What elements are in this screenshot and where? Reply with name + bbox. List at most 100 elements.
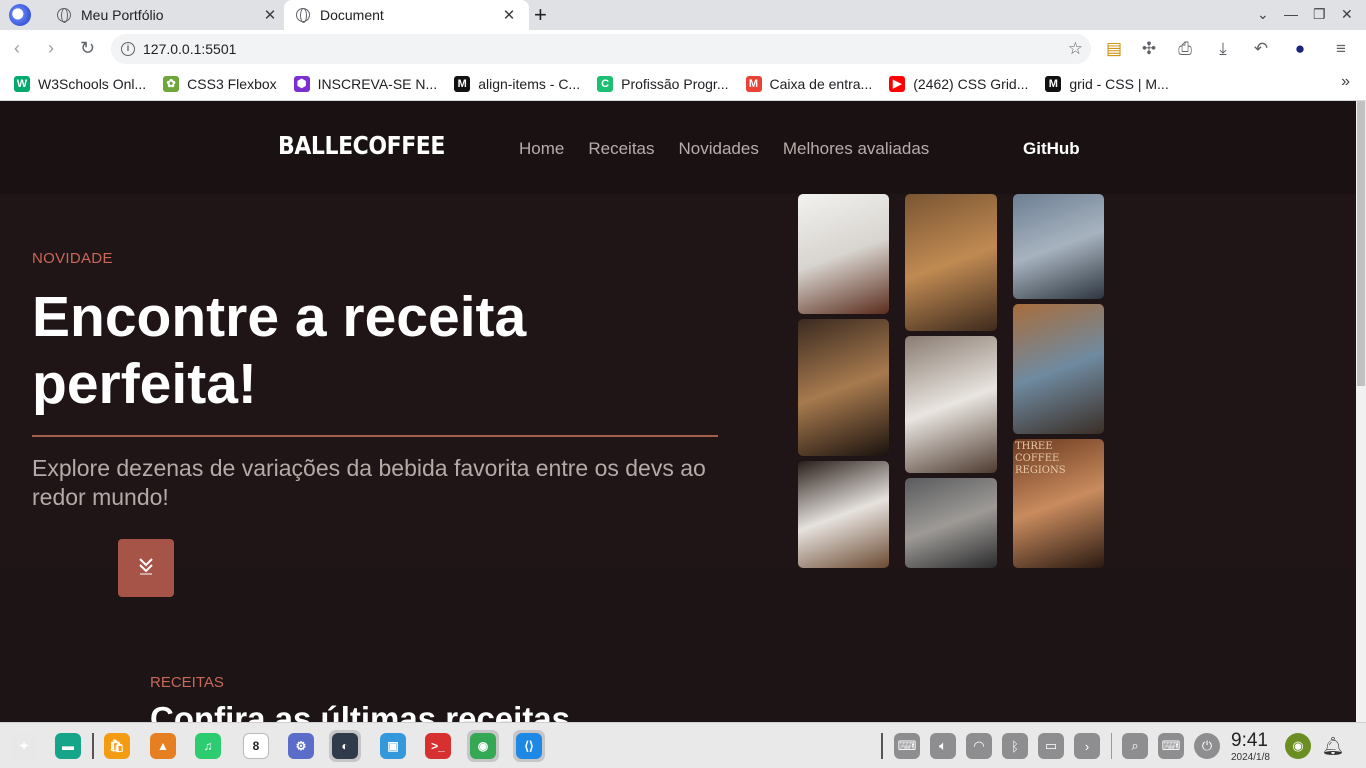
store-icon[interactable]: 🛍︎ bbox=[101, 730, 133, 762]
browser-app-icon[interactable]: ◐ bbox=[329, 730, 361, 762]
history-icon[interactable]: ↶ bbox=[1251, 39, 1271, 59]
taskbar: ⌨ 🔈︎ ◠ ᛒ ▭ › ⌕ ⌨ ⏻ 9:41 2024/1/8 ◉ 🔔︎ ✦ ▬… bbox=[0, 722, 1366, 768]
app-glyph: ⚙ bbox=[288, 733, 314, 759]
mdn-icon: M bbox=[1045, 76, 1062, 92]
globe-icon bbox=[57, 8, 71, 23]
vscode-icon[interactable]: ⟨⟩ bbox=[513, 730, 545, 762]
menu-icon[interactable]: ≡ bbox=[1331, 39, 1351, 59]
restore-icon[interactable]: ❐ bbox=[1313, 6, 1326, 23]
more-bookmarks-icon[interactable]: » bbox=[1341, 73, 1350, 91]
photo-coffee-pour bbox=[798, 194, 889, 314]
cast-icon[interactable]: ▤ bbox=[1104, 39, 1124, 59]
hero-title: Encontre a receita perfeita! bbox=[32, 285, 527, 416]
close-icon[interactable]: ✕ bbox=[262, 6, 278, 24]
site-header: BALLECOFFEE Home Receitas Novidades Melh… bbox=[0, 101, 1356, 194]
hero-section: NOVIDADE Encontre a receita perfeita! Ex… bbox=[0, 194, 1356, 568]
github-link[interactable]: GitHub bbox=[1023, 139, 1080, 159]
browser-logo-icon[interactable] bbox=[9, 4, 31, 26]
forward-icon[interactable]: › bbox=[48, 38, 54, 59]
input-method-icon[interactable]: ⌨ bbox=[1158, 733, 1184, 759]
close-icon[interactable]: ✕ bbox=[501, 6, 517, 24]
chevron-down-icon[interactable]: ⌄ bbox=[1257, 6, 1269, 23]
launcher-icon[interactable]: ✦ bbox=[8, 730, 40, 762]
photo-cafe-table bbox=[905, 194, 997, 331]
bookmark-item[interactable]: W W3Schools Onl... bbox=[14, 76, 146, 92]
site-nav: Home Receitas Novidades Melhores avaliad… bbox=[519, 139, 929, 159]
scroll-down-button[interactable] bbox=[118, 539, 174, 597]
keyboard-tray-icon[interactable]: ⌨ bbox=[894, 733, 920, 759]
appstore-icon[interactable]: ▣ bbox=[377, 730, 409, 762]
battery-icon[interactable]: ▭ bbox=[1038, 733, 1064, 759]
bookmark-label: align-items - C... bbox=[478, 76, 581, 92]
receitas-section: RECEITAS Confira as últimas receitas bbox=[0, 568, 1356, 722]
photo-steaming-mug bbox=[905, 336, 997, 473]
bookmark-item[interactable]: ✿ CSS3 Flexbox bbox=[163, 76, 277, 92]
new-tab-button[interactable]: + bbox=[534, 3, 547, 27]
bookmark-item[interactable]: ⬢ INSCREVA-SE N... bbox=[293, 76, 438, 92]
bookmarks-bar: W W3Schools Onl... ✿ CSS3 Flexbox ⬢ INSCREVA-… bbox=[0, 68, 1366, 101]
volume-icon[interactable]: 🔈︎ bbox=[930, 733, 956, 759]
bookmark-item[interactable]: C Profissão Progr... bbox=[597, 76, 729, 92]
console-icon[interactable]: >_ bbox=[422, 730, 454, 762]
bookmark-label: W3Schools Onl... bbox=[38, 76, 147, 92]
page-scrollbar[interactable] bbox=[1356, 101, 1366, 722]
bookmark-star-icon[interactable]: ☆ bbox=[1068, 39, 1083, 59]
taskbar-separator bbox=[92, 733, 94, 759]
tab-strip: Meu Portfólio ✕ Document ✕ + ⌄ — ❐ ✕ bbox=[0, 0, 1366, 30]
bluetooth-icon[interactable]: ᛒ bbox=[1002, 733, 1028, 759]
bookmark-label: INSCREVA-SE N... bbox=[317, 76, 438, 92]
nav-home[interactable]: Home bbox=[519, 139, 564, 159]
site-logo[interactable]: BALLECOFFEE bbox=[278, 131, 445, 160]
bookmark-item[interactable]: Malign-items - C... bbox=[454, 76, 580, 92]
profile-avatar-icon[interactable]: ● bbox=[1290, 39, 1310, 59]
photo-coworking bbox=[1013, 304, 1104, 434]
globe-icon bbox=[296, 8, 310, 23]
calendar-icon[interactable]: 8 bbox=[240, 730, 272, 762]
close-window-icon[interactable]: ✕ bbox=[1341, 6, 1353, 23]
tab-meu-portfolio[interactable]: Meu Portfólio ✕ bbox=[45, 0, 290, 30]
music-icon[interactable]: ♫ bbox=[192, 730, 224, 762]
bookmark-label: Profissão Progr... bbox=[621, 76, 729, 92]
reload-icon[interactable]: ↻ bbox=[80, 38, 95, 59]
photo-espresso-cup bbox=[798, 461, 889, 568]
address-bar[interactable]: i 127.0.0.1:5501 ☆ bbox=[111, 34, 1091, 64]
wallet-icon[interactable]: ⎙ bbox=[1175, 39, 1195, 59]
extensions-icon[interactable]: ✣ bbox=[1139, 39, 1159, 59]
user-avatar-icon[interactable]: ◉ bbox=[1285, 733, 1311, 759]
download-icon[interactable]: ⤓ bbox=[1213, 39, 1233, 59]
app-glyph: ⟨⟩ bbox=[516, 733, 542, 759]
back-icon[interactable]: ‹ bbox=[14, 38, 20, 59]
chevron-double-down-icon bbox=[138, 557, 154, 580]
nav-melhores-avaliadas[interactable]: Melhores avaliadas bbox=[783, 139, 929, 159]
nav-receitas[interactable]: Receitas bbox=[588, 139, 654, 159]
site-info-icon[interactable]: i bbox=[121, 42, 135, 56]
photos-icon[interactable]: ▲ bbox=[147, 730, 179, 762]
nav-novidades[interactable]: Novidades bbox=[679, 139, 759, 159]
wifi-icon[interactable]: ◠ bbox=[966, 733, 992, 759]
clock-date[interactable]: 2024/1/8 bbox=[1231, 752, 1270, 763]
expand-tray-icon[interactable]: › bbox=[1074, 733, 1100, 759]
photo-woman-cup: THREE COFFEE REGIONS bbox=[1013, 439, 1104, 568]
notification-bell-icon[interactable]: 🔔︎ bbox=[1320, 733, 1346, 759]
section-eyebrow: RECEITAS bbox=[150, 674, 224, 691]
settings-icon[interactable]: ⚙ bbox=[285, 730, 317, 762]
photo-latte-art bbox=[798, 319, 889, 456]
bookmark-item[interactable]: Mgrid - CSS | M... bbox=[1045, 76, 1169, 92]
bookmark-item[interactable]: M Caixa de entra... bbox=[745, 76, 873, 92]
bookmark-label: Caixa de entra... bbox=[769, 76, 873, 92]
scrollbar-thumb[interactable] bbox=[1357, 101, 1365, 386]
taskbar-separator bbox=[1111, 733, 1112, 759]
chrome-icon[interactable]: ◉ bbox=[467, 730, 499, 762]
search-icon[interactable]: ⌕ bbox=[1122, 733, 1148, 759]
tab-document[interactable]: Document ✕ bbox=[284, 0, 529, 30]
bookmark-label: grid - CSS | M... bbox=[1069, 76, 1169, 92]
w3schools-icon: W bbox=[14, 76, 30, 92]
power-icon[interactable]: ⏻ bbox=[1194, 733, 1220, 759]
taskbar-separator bbox=[881, 733, 883, 759]
section-title: Confira as últimas receitas bbox=[150, 700, 571, 722]
terminal-app-icon[interactable]: ▬ bbox=[52, 730, 84, 762]
clock-time[interactable]: 9:41 bbox=[1231, 730, 1268, 752]
tab-title: Meu Portfólio bbox=[81, 7, 164, 23]
minimize-icon[interactable]: — bbox=[1284, 6, 1298, 22]
bookmark-item[interactable]: ▶ (2462) CSS Grid... bbox=[889, 76, 1028, 92]
